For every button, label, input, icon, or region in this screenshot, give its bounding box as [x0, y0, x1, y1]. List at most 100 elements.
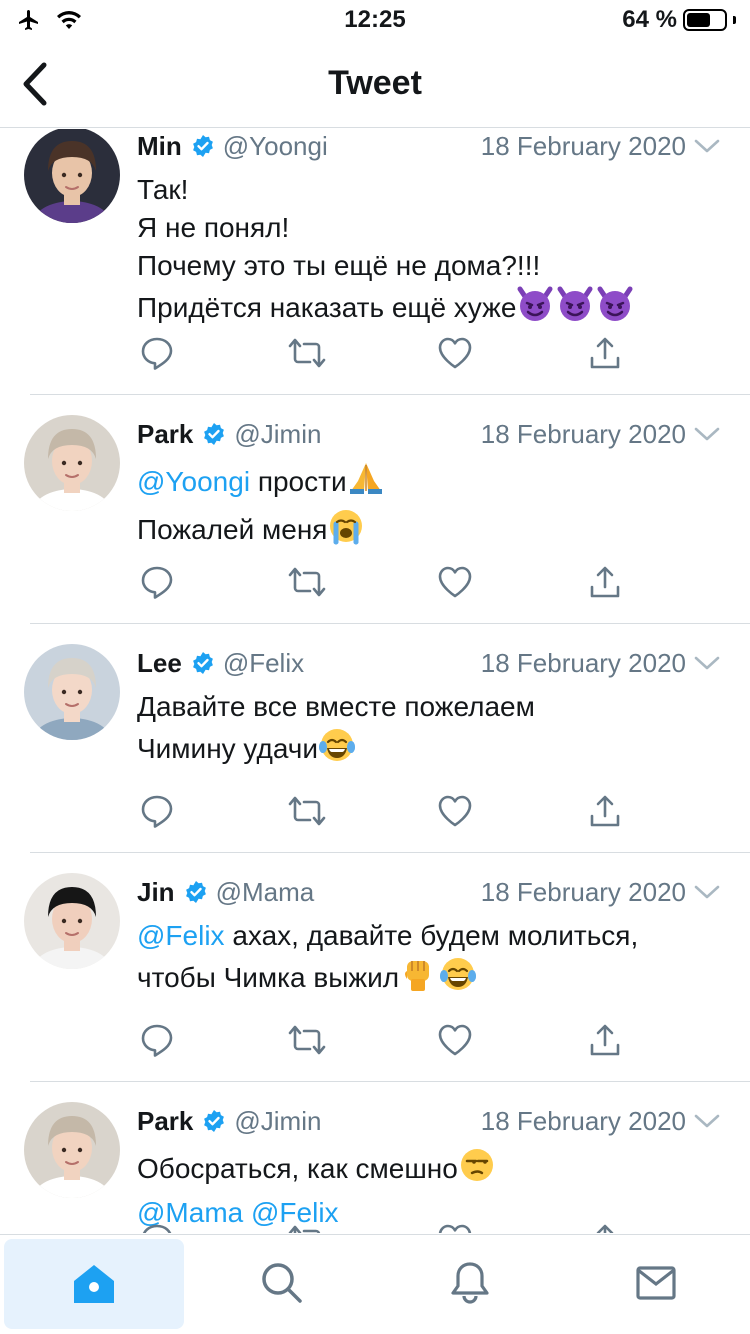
verified-badge-icon: [204, 423, 225, 445]
tweet-header: Lee @Felix 18 February 2020: [137, 646, 720, 680]
reply-icon: [139, 564, 175, 605]
battery-icon: [683, 9, 727, 31]
share-button[interactable]: [585, 793, 625, 833]
tweet-menu-button[interactable]: [694, 655, 720, 671]
share-icon: [589, 336, 621, 375]
reply-button[interactable]: [137, 1222, 177, 1233]
tweet-feed[interactable]: Min @Yoongi 18 February 2020 Так! Я не по…: [0, 129, 750, 1233]
tweet-header: Park @Jimin 18 February 2020: [137, 417, 720, 451]
reply-button[interactable]: [137, 793, 177, 833]
share-button[interactable]: [585, 564, 625, 604]
like-button[interactable]: [435, 1222, 475, 1233]
tweet-text: Я не понял!: [137, 212, 290, 243]
like-button[interactable]: [435, 793, 475, 833]
tweet[interactable]: Lee @Felix 18 February 2020 Давайте все …: [0, 624, 750, 853]
tweet-header: Min @Yoongi 18 February 2020: [137, 129, 720, 163]
avatar[interactable]: [24, 644, 120, 740]
avatar[interactable]: [24, 873, 120, 969]
reply-button[interactable]: [137, 1022, 177, 1062]
tab-home[interactable]: [4, 1239, 184, 1329]
verified-badge-icon: [192, 652, 213, 674]
tweet-menu-button[interactable]: [694, 138, 720, 154]
heart-icon: [437, 1223, 473, 1233]
author-name[interactable]: Jin: [137, 877, 175, 908]
retweet-button[interactable]: [287, 564, 327, 604]
author-name[interactable]: Lee: [137, 648, 182, 679]
search-icon: [262, 1263, 302, 1303]
author-handle[interactable]: @Yoongi: [223, 131, 328, 162]
retweet-button[interactable]: [287, 1222, 327, 1233]
share-button[interactable]: [585, 335, 625, 375]
tweet[interactable]: Park @Jimin 18 February 2020 Обосраться,…: [0, 1082, 750, 1233]
tweet-header: Park @Jimin 18 February 2020: [137, 1104, 720, 1138]
chevron-down-icon: [694, 427, 720, 441]
author-name[interactable]: Min: [137, 131, 182, 162]
tweet-line: чтобы Чимка выжил: [137, 955, 726, 1003]
tab-notifications[interactable]: [380, 1235, 560, 1331]
like-button[interactable]: [435, 1022, 475, 1062]
author-handle[interactable]: @Mama: [216, 877, 315, 908]
mention-link[interactable]: @Yoongi: [137, 466, 250, 497]
reply-icon: [139, 1022, 175, 1063]
raised-fist-emoji: [399, 955, 437, 1003]
share-button[interactable]: [585, 1222, 625, 1233]
tweet-line: Обосраться, как смешно: [137, 1146, 726, 1194]
tab-search[interactable]: [192, 1235, 372, 1331]
author-name[interactable]: Park: [137, 1106, 193, 1137]
share-icon: [589, 1223, 621, 1233]
folded-hands-emoji: [347, 459, 385, 507]
chevron-down-icon: [694, 885, 720, 899]
smiling-imp-emoji: [516, 285, 554, 333]
tweet[interactable]: Park @Jimin 18 February 2020 @Yoongi про…: [0, 395, 750, 624]
tweet-line: @Felix ахах, давайте будем молиться,: [137, 917, 726, 955]
reply-button[interactable]: [137, 564, 177, 604]
share-button[interactable]: [585, 1022, 625, 1062]
mention-link[interactable]: @Felix: [137, 920, 225, 951]
author-name[interactable]: Park: [137, 419, 193, 450]
chevron-down-icon: [694, 1114, 720, 1128]
smiling-imp-emoji: [556, 285, 594, 333]
like-button[interactable]: [435, 564, 475, 604]
author-handle[interactable]: @Felix: [223, 648, 304, 679]
tweet-line: Давайте все вместе пожелаем: [137, 688, 726, 726]
avatar[interactable]: [24, 1102, 120, 1198]
avatar[interactable]: [24, 129, 120, 223]
tweet-menu-button[interactable]: [694, 884, 720, 900]
tweet-line: @Yoongi прости: [137, 459, 726, 507]
tweet-menu-button[interactable]: [694, 1113, 720, 1129]
reply-button[interactable]: [137, 335, 177, 375]
unamused-emoji: [458, 1146, 496, 1194]
tweet-line: Пожалей меня: [137, 507, 726, 555]
share-icon: [589, 565, 621, 604]
like-button[interactable]: [435, 335, 475, 375]
page-title: Tweet: [328, 64, 422, 102]
tweet-date: 18 February 2020: [480, 647, 686, 678]
status-bar: 12:25 64 %: [0, 0, 750, 40]
verified-badge-icon: [185, 881, 206, 903]
reply-icon: [139, 1222, 175, 1233]
tweet[interactable]: Min @Yoongi 18 February 2020 Так! Я не по…: [0, 129, 750, 395]
tweet-date: 18 February 2020: [480, 130, 686, 161]
retweet-button[interactable]: [287, 335, 327, 375]
avatar[interactable]: [24, 415, 120, 511]
author-handle[interactable]: @Jimin: [234, 1106, 321, 1137]
retweet-icon: [288, 793, 326, 834]
tweet-line: Придётся наказать ещё хуже: [137, 285, 726, 333]
tweet-text: прости: [250, 466, 347, 497]
retweet-button[interactable]: [287, 1022, 327, 1062]
tab-bar: [0, 1234, 750, 1334]
tweet-actions: [137, 1022, 750, 1062]
author-handle[interactable]: @Jimin: [234, 419, 321, 450]
tweet-date: 18 February 2020: [480, 1105, 686, 1136]
retweet-button[interactable]: [287, 793, 327, 833]
tweet-text: Пожалей меня: [137, 514, 328, 545]
smiling-imp-emoji: [596, 285, 634, 333]
tweet-body: @Yoongi прости Пожалей меня: [137, 459, 726, 555]
tweet-line: Я не понял!: [137, 209, 726, 247]
heart-icon: [437, 336, 473, 375]
tweet-menu-button[interactable]: [694, 426, 720, 442]
tweet[interactable]: Jin @Mama 18 February 2020 @Felix ахах, …: [0, 853, 750, 1082]
tab-messages[interactable]: [566, 1235, 746, 1331]
share-icon: [589, 1023, 621, 1062]
tweet-text: Обосраться, как смешно: [137, 1153, 458, 1184]
